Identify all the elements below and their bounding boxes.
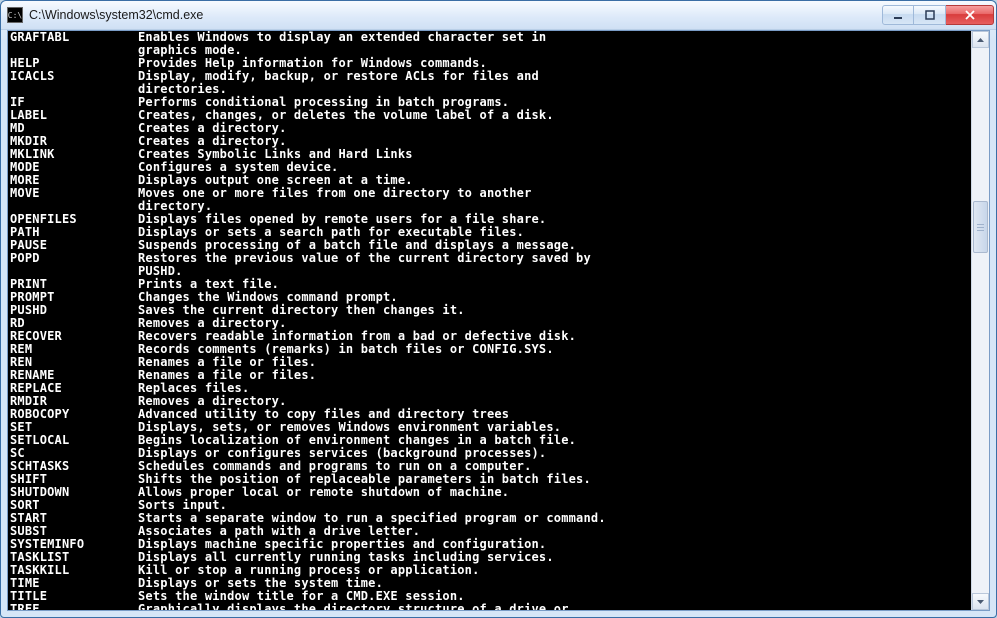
command-description: Advanced utility to copy files and direc… [138,407,509,421]
window-controls [882,5,994,25]
command-name: SETLOCAL [10,434,138,447]
command-description: Renames a file or files. [138,368,316,382]
command-description: Removes a directory. [138,394,287,408]
command-description: Prints a text file. [138,277,279,291]
window-title: C:\Windows\system32\cmd.exe [29,8,882,22]
command-name: LABEL [10,109,138,122]
command-name: TREE [10,603,138,610]
console-output[interactable]: GRAFTABLEnables Windows to display an ex… [8,31,971,610]
command-description: Moves one or more files from one directo… [138,186,532,200]
command-description: Displays or sets the system time. [138,576,383,590]
command-description: Shifts the position of replaceable param… [138,472,591,486]
command-description: Creates Symbolic Links and Hard Links [138,147,413,161]
command-description: PUSHD. [138,264,183,278]
command-description: Restores the previous value of the curre… [138,251,591,265]
scroll-down-button[interactable] [972,593,989,610]
titlebar[interactable]: C:\ C:\Windows\system32\cmd.exe [1,1,996,30]
command-description: Associates a path with a drive letter. [138,524,420,538]
scroll-track[interactable] [972,48,989,593]
client-area: GRAFTABLEnables Windows to display an ex… [7,30,990,611]
scroll-up-button[interactable] [972,31,989,48]
command-description: Performs conditional processing in batch… [138,95,509,109]
command-description: Kill or stop a running process or applic… [138,563,480,577]
command-description: Allows proper local or remote shutdown o… [138,485,509,499]
command-name: MOVE [10,187,138,200]
command-description: Removes a directory. [138,316,287,330]
command-description: Displays output one screen at a time. [138,173,413,187]
command-description: Displays machine specific properties and… [138,537,546,551]
command-description: Starts a separate window to run a specif… [138,511,606,525]
scroll-thumb[interactable] [973,201,988,253]
command-description: Displays or configures services (backgro… [138,446,546,460]
command-description: graphics mode. [138,43,242,57]
command-description: Begins localization of environment chang… [138,433,576,447]
close-button[interactable] [946,5,994,25]
command-description: Display, modify, backup, or restore ACLs… [138,69,539,83]
command-name: GRAFTABL [10,31,138,44]
command-description: Creates a directory. [138,121,287,135]
command-description: Schedules commands and programs to run o… [138,459,532,473]
cmd-window: C:\ C:\Windows\system32\cmd.exe GRAFTABL… [0,0,997,618]
command-description: Recovers readable information from a bad… [138,329,576,343]
command-name: POPD [10,252,138,265]
command-description: Creates, changes, or deletes the volume … [138,108,554,122]
command-description: Saves the current directory then changes… [138,303,465,317]
minimize-button[interactable] [882,5,914,25]
command-description: Sets the window title for a CMD.EXE sess… [138,589,465,603]
maximize-button[interactable] [914,5,946,25]
command-description: Displays all currently running tasks inc… [138,550,554,564]
command-description: Configures a system device. [138,160,338,174]
command-description: Renames a file or files. [138,355,316,369]
vertical-scrollbar[interactable] [971,31,989,610]
command-description: Replaces files. [138,381,249,395]
command-description: Records comments (remarks) in batch file… [138,342,554,356]
command-description: Graphically displays the directory struc… [138,602,569,610]
help-line: TREEGraphically displays the directory s… [10,603,969,610]
command-description: Creates a directory. [138,134,287,148]
command-description: Displays files opened by remote users fo… [138,212,546,226]
command-name: PUSHD [10,304,138,317]
command-description: Provides Help information for Windows co… [138,56,487,70]
command-description: Suspends processing of a batch file and … [138,238,576,252]
command-name: ICACLS [10,70,138,83]
command-description: Displays or sets a search path for execu… [138,225,524,239]
cmd-icon: C:\ [7,7,23,23]
command-description: directories. [138,82,227,96]
command-description: Changes the Windows command prompt. [138,290,398,304]
command-description: Sorts input. [138,498,227,512]
command-description: Displays, sets, or removes Windows envir… [138,420,561,434]
command-description: directory. [138,199,212,213]
